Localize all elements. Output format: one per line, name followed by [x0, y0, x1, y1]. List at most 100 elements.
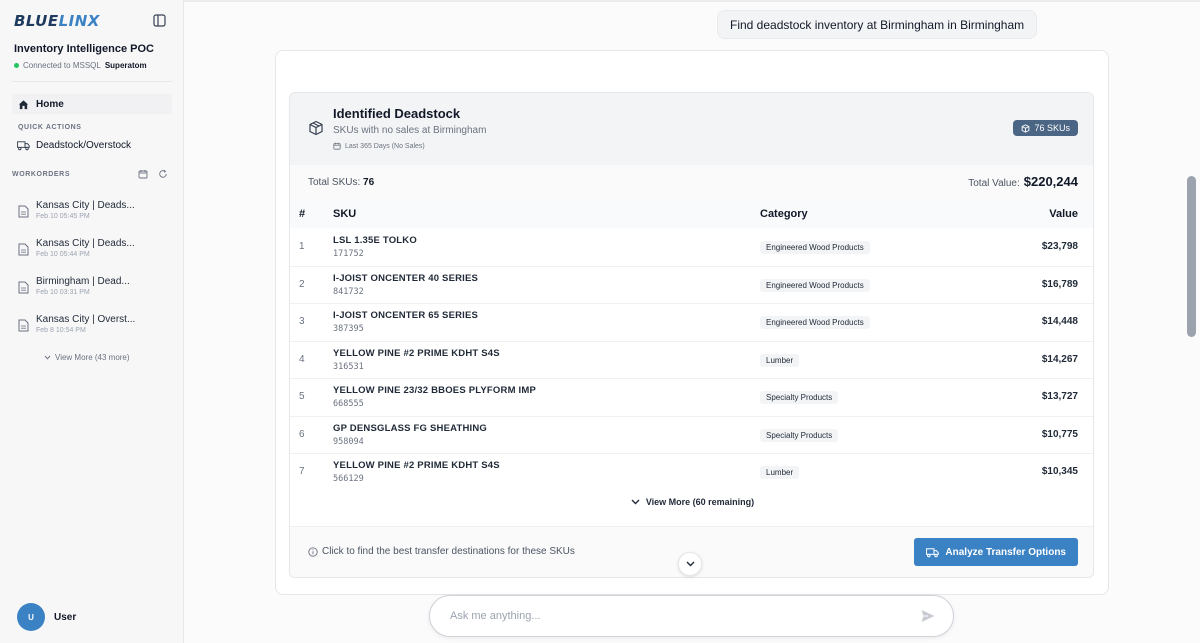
sku-name: I-JOIST ONCENTER 40 SERIES: [333, 272, 479, 284]
column-value: Value: [1049, 208, 1078, 220]
user-message-bubble: Find deadstock inventory at Birmingham i…: [717, 10, 1038, 39]
total-skus-value: 76: [363, 177, 375, 188]
deadstock-period: Last 365 Days (No Sales): [333, 142, 425, 150]
sku-name: YELLOW PINE #2 PRIME KDHT S4S: [333, 460, 500, 471]
user-name: User: [54, 611, 77, 623]
workorder-date: Feb 8 10:54 PM: [36, 327, 86, 334]
page-scrollbar[interactable]: [1187, 176, 1196, 337]
app-title: Inventory Intelligence POC: [14, 43, 154, 55]
sku-code: 566129: [333, 474, 364, 484]
package-icon: [309, 120, 323, 136]
category-tag: Lumber: [760, 353, 800, 367]
scroll-to-bottom-button[interactable]: [678, 552, 702, 576]
package-icon: [1022, 123, 1030, 133]
workorders-heading: WORKORDERS: [12, 171, 71, 178]
workorder-title: Birmingham | Dead...: [36, 276, 130, 287]
workorder-item[interactable]: Kansas City | Deads... Feb 10 05:45 PM: [18, 200, 168, 238]
table-row[interactable]: 4 YELLOW PINE #2 PRIME KDHT S4S 316531 L…: [290, 342, 1093, 379]
connected-dot-icon: [14, 63, 19, 68]
sku-value: $10,775: [1041, 428, 1078, 440]
table-body: 1 LSL 1.35E TOLKO 171752 Engineered Wood…: [290, 229, 1093, 485]
chat-input[interactable]: [450, 607, 890, 625]
send-icon[interactable]: [920, 608, 936, 624]
sku-code: 668555: [333, 399, 364, 409]
row-index: 4: [299, 353, 305, 365]
deadstock-header: Identified Deadstock SKUs with no sales …: [290, 93, 1093, 165]
category-tag: Engineered Wood Products: [760, 278, 870, 292]
total-skus-label: Total SKUs:: [308, 177, 361, 188]
sku-code: 387395: [333, 324, 364, 334]
table-row[interactable]: 3 I-JOIST ONCENTER 65 SERIES 387395 Engi…: [290, 304, 1093, 342]
main-area: Find deadstock inventory at Birmingham i…: [184, 0, 1200, 643]
category-tag: Specialty Products: [760, 428, 839, 442]
nav-home-label: Home: [36, 98, 64, 110]
sku-count-label: 76 SKUs: [1034, 123, 1070, 133]
deadstock-subtitle: SKUs with no sales at Birmingham: [333, 125, 487, 136]
workorder-date: Feb 10 03:31 PM: [36, 289, 90, 296]
total-value-label: Total Value:: [968, 178, 1020, 189]
document-icon: [18, 281, 29, 294]
sku-name: LSL 1.35E TOLKO: [333, 235, 417, 246]
sku-value: $23,798: [1041, 241, 1078, 252]
table-view-more[interactable]: View More (60 remaining): [290, 486, 1093, 518]
workorder-date: Feb 10 05:45 PM: [36, 213, 90, 220]
workorder-item[interactable]: Birmingham | Dead... Feb 10 03:31 PM: [18, 276, 168, 314]
truck-icon: [17, 141, 30, 151]
table-row[interactable]: 2 I-JOIST ONCENTER 40 SERIES 841732 Engi…: [290, 267, 1093, 304]
sidebar: BLUELINX Inventory Intelligence POC Conn…: [0, 0, 184, 643]
deadstock-title: Identified Deadstock: [333, 106, 461, 121]
table-row[interactable]: 7 YELLOW PINE #2 PRIME KDHT S4S 566129 L…: [290, 454, 1093, 485]
workorder-title: Kansas City | Deads...: [36, 200, 135, 211]
sidebar-toggle-icon[interactable]: [153, 14, 166, 27]
sku-value: $10,345: [1041, 466, 1078, 477]
row-index: 5: [299, 391, 305, 402]
analyze-transfer-button[interactable]: Analyze Transfer Options: [914, 538, 1078, 566]
document-icon: [18, 243, 29, 256]
top-border: [184, 0, 1200, 2]
workorders-view-more[interactable]: View More (43 more): [44, 353, 130, 362]
connection-status: Connected to MSSQL Superatom: [14, 61, 147, 70]
total-value: Total Value: $220,244: [968, 174, 1078, 189]
sku-code: 841732: [333, 286, 364, 297]
row-index: 1: [299, 241, 305, 252]
transfer-hint: Click to find the best transfer destinat…: [308, 546, 575, 557]
totals-row: Total SKUs: 76 Total Value: $220,244: [290, 165, 1093, 200]
user-profile[interactable]: U User: [17, 603, 76, 631]
table-row[interactable]: 5 YELLOW PINE 23/32 BBOES PLYFORM IMP 66…: [290, 379, 1093, 417]
deadstock-card: Identified Deadstock SKUs with no sales …: [289, 92, 1094, 578]
sidebar-divider: [12, 81, 172, 82]
column-sku: SKU: [333, 208, 357, 220]
document-icon: [18, 319, 29, 332]
table-header: # SKU Category Value: [290, 200, 1093, 228]
bluelinx-logo[interactable]: BLUELINX: [14, 12, 100, 30]
nav-home[interactable]: Home: [12, 94, 172, 114]
workorder-item[interactable]: Kansas City | Deads... Feb 10 05:44 PM: [18, 238, 168, 276]
logo-text-blue: BLUE: [14, 12, 59, 30]
table-view-more-label: View More (60 remaining): [645, 497, 755, 507]
total-skus: Total SKUs: 76: [308, 177, 374, 188]
category-tag: Engineered Wood Products: [760, 241, 870, 254]
refresh-icon[interactable]: [158, 169, 168, 179]
sku-count-badge: 76 SKUs: [1013, 120, 1078, 136]
sku-code: 316531: [333, 361, 364, 372]
connection-label: Connected to MSSQL: [23, 61, 101, 70]
category-tag: Lumber: [760, 466, 800, 479]
sku-value: $13,727: [1041, 391, 1078, 402]
logo-text-linx: LINX: [58, 12, 100, 30]
home-icon: [18, 99, 29, 109]
table-row[interactable]: 1 LSL 1.35E TOLKO 171752 Engineered Wood…: [290, 229, 1093, 267]
row-index: 7: [299, 466, 305, 477]
row-index: 6: [299, 428, 305, 440]
calendar-icon[interactable]: [138, 169, 148, 179]
period-label: Last 365 Days (No Sales): [345, 142, 425, 150]
quick-action-deadstock-overstock[interactable]: Deadstock/Overstock: [17, 140, 131, 151]
chevron-down-icon: [631, 499, 640, 505]
sku-name: GP DENSGLASS FG SHEATHING: [333, 422, 488, 434]
document-icon: [18, 205, 29, 218]
sku-code: 171752: [333, 249, 364, 259]
workorder-item[interactable]: Kansas City | Overst... Feb 8 10:54 PM: [18, 314, 168, 352]
table-row[interactable]: 6 GP DENSGLASS FG SHEATHING 958094 Speci…: [290, 417, 1093, 454]
quick-action-label: Deadstock/Overstock: [36, 140, 132, 151]
sku-name: YELLOW PINE #2 PRIME KDHT S4S: [333, 347, 500, 359]
workorder-list: Kansas City | Deads... Feb 10 05:45 PM K…: [18, 200, 168, 352]
